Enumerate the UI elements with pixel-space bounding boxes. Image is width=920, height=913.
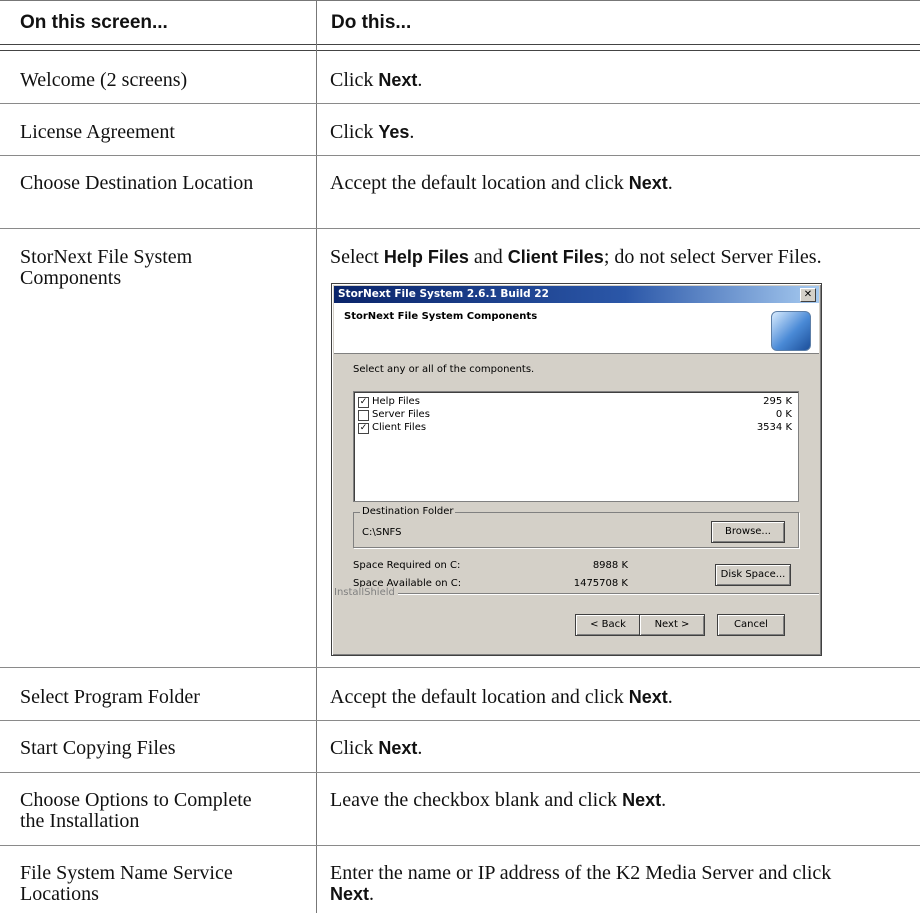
back-button[interactable]: < Back: [575, 614, 641, 636]
row-action-components: Select Help Files and Client Files; do n…: [330, 246, 822, 268]
header-rule-1: [0, 44, 920, 45]
row-screen-welcome: Welcome (2 screens): [20, 69, 188, 91]
table-top-rule: [0, 0, 920, 1]
column-header-screen: On this screen...: [20, 12, 168, 33]
destination-path: C:\SNFS: [362, 527, 402, 538]
installer-logo-icon: [771, 311, 811, 351]
checkbox[interactable]: ✓: [358, 397, 369, 408]
row-divider: [0, 720, 920, 721]
component-row-client[interactable]: ✓ Client Files 3534 K: [358, 422, 794, 434]
row-action-program-folder: Accept the default location and click Ne…: [330, 686, 673, 708]
space-available-value: 1475708 K: [573, 578, 628, 589]
dialog-instruction: Select any or all of the components.: [353, 364, 535, 375]
component-size: 295 K: [763, 396, 792, 407]
space-required-label: Space Required on C:: [353, 560, 461, 571]
row-action-welcome: Click Next.: [330, 69, 423, 91]
component-name: Server Files: [372, 409, 430, 420]
component-list: ✓ Help Files 295 K Server Files 0 K ✓ Cl…: [353, 391, 799, 502]
cancel-button[interactable]: Cancel: [717, 614, 785, 636]
installer-dialog-screenshot: StorNext File System 2.6.1 Build 22 ✕ St…: [331, 283, 822, 656]
space-required-value: 8988 K: [592, 560, 628, 571]
row-action-destination: Accept the default location and click Ne…: [330, 172, 673, 194]
row-action-start-copying: Click Next.: [330, 737, 423, 759]
dialog-header-title: StorNext File System Components: [344, 311, 538, 322]
installshield-divider: [334, 593, 819, 594]
close-icon[interactable]: ✕: [800, 288, 816, 302]
component-name: Client Files: [372, 422, 427, 433]
dialog-title-bar: StorNext File System 2.6.1 Build 22 ✕: [334, 286, 819, 303]
disk-space-button[interactable]: Disk Space...: [715, 564, 791, 586]
row-divider: [0, 772, 920, 773]
row-divider: [0, 155, 920, 156]
checkbox[interactable]: ✓: [358, 423, 369, 434]
checkbox[interactable]: [358, 410, 369, 421]
row-action-name-service: Enter the name or IP address of the K2 M…: [330, 862, 832, 905]
dialog-title: StorNext File System 2.6.1 Build 22: [338, 288, 549, 300]
row-action-options: Leave the checkbox blank and click Next.: [330, 789, 667, 811]
destination-folder-label: Destination Folder: [360, 506, 456, 517]
row-screen-program-folder: Select Program Folder: [20, 686, 200, 708]
row-divider: [0, 667, 920, 668]
component-row-help[interactable]: ✓ Help Files 295 K: [358, 396, 794, 408]
browse-button[interactable]: Browse...: [711, 521, 785, 543]
row-action-license: Click Yes.: [330, 121, 415, 143]
row-screen-start-copying: Start Copying Files: [20, 737, 176, 759]
row-screen-destination: Choose Destination Location: [20, 172, 254, 194]
instruction-table: On this screen... Do this... Welcome (2 …: [0, 0, 920, 913]
component-row-server[interactable]: Server Files 0 K: [358, 409, 794, 421]
component-name: Help Files: [372, 396, 420, 407]
next-button[interactable]: Next >: [639, 614, 705, 636]
row-screen-license: License Agreement: [20, 121, 175, 143]
header-rule-2: [0, 50, 920, 51]
row-divider: [0, 103, 920, 104]
installshield-label: InstallShield: [334, 587, 398, 598]
row-divider: [0, 228, 920, 229]
row-screen-name-service: File System Name Service Locations: [20, 862, 233, 905]
column-header-action: Do this...: [331, 12, 412, 33]
dialog-header: StorNext File System Components: [334, 303, 819, 354]
destination-folder-group: Destination Folder C:\SNFS Browse...: [353, 506, 799, 548]
component-size: 3534 K: [756, 422, 792, 433]
row-divider: [0, 845, 920, 846]
row-screen-options: Choose Options to Complete the Installat…: [20, 789, 252, 832]
row-screen-components: StorNext File System Components: [20, 246, 193, 289]
column-divider: [316, 0, 317, 913]
component-size: 0 K: [775, 409, 792, 420]
